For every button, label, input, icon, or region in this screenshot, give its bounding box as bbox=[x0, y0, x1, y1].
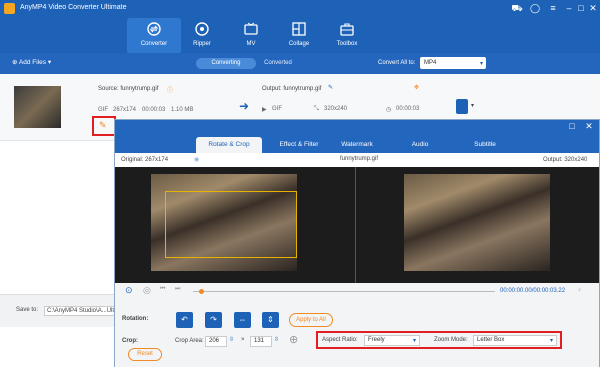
zoom-mode-select[interactable]: Letter Box ▾ bbox=[473, 335, 557, 346]
zoom-mode-value: Letter Box bbox=[477, 337, 505, 343]
close-icon[interactable]: ✕ bbox=[586, 2, 600, 14]
maximize-icon[interactable]: □ bbox=[565, 120, 579, 132]
tab-rotate-crop[interactable]: Rotate & Crop bbox=[196, 137, 262, 153]
progress-handle[interactable] bbox=[199, 289, 204, 294]
arrow-right-icon: ➜ bbox=[239, 99, 250, 113]
center-crop-icon[interactable]: ⊕ bbox=[289, 333, 298, 346]
nav-label: Collage bbox=[288, 41, 310, 47]
nav-tab-mv[interactable]: MV bbox=[226, 22, 276, 52]
prev-frame-icon[interactable]: ⏮ bbox=[160, 286, 165, 293]
zoom-mode-label: Zoom Mode: bbox=[434, 337, 468, 343]
stepper-icon[interactable]: ⇳ bbox=[274, 336, 279, 343]
app-logo bbox=[4, 3, 15, 14]
nav-label: Toolbox bbox=[336, 41, 358, 47]
save-path-field[interactable]: C:\AnyMP4 Studio\A...Ult bbox=[44, 306, 120, 316]
chevron-down-icon: ▾ bbox=[412, 338, 416, 344]
converter-icon bbox=[147, 22, 161, 36]
rotation-label: Rotation: bbox=[122, 316, 149, 322]
format-value: MP4 bbox=[424, 60, 437, 66]
stepper-icon[interactable]: ⇳ bbox=[229, 336, 234, 343]
original-size-label: Original: 267x174 bbox=[121, 157, 169, 163]
edit-icon[interactable]: ✎ bbox=[99, 120, 107, 131]
aspect-ratio-select[interactable]: Freely ▾ bbox=[364, 335, 420, 346]
output-resolution: 320x240 bbox=[324, 106, 348, 112]
user-icon[interactable]: ◯ bbox=[528, 2, 542, 14]
volume-icon[interactable]: ♪ bbox=[578, 287, 581, 293]
toolbox-icon bbox=[340, 23, 354, 36]
tab-audio[interactable]: Audio bbox=[398, 137, 442, 153]
resize-icon: ⤡ bbox=[314, 106, 319, 112]
add-files-label: Add Files bbox=[18, 59, 47, 66]
source-format: GIF bbox=[98, 107, 108, 113]
output-format: GIF bbox=[272, 106, 282, 112]
nav-tab-toolbox[interactable]: Toolbox bbox=[322, 22, 372, 52]
tab-converted[interactable]: Converted bbox=[258, 58, 298, 69]
add-files-button[interactable]: ⊕ Add Files ▾ bbox=[12, 58, 51, 66]
chevron-down-icon: ▾ bbox=[479, 61, 483, 67]
source-duration: 00:00:03 bbox=[142, 107, 166, 113]
chevron-down-icon[interactable]: ▾ bbox=[471, 102, 474, 109]
next-frame-icon[interactable]: ⏭ bbox=[175, 286, 180, 293]
crop-rectangle[interactable] bbox=[165, 191, 297, 258]
output-duration: 00:00:03 bbox=[396, 106, 420, 112]
close-icon[interactable]: ✕ bbox=[582, 120, 596, 132]
chevron-down-icon: ▾ bbox=[47, 59, 52, 66]
tv-icon bbox=[244, 22, 258, 35]
chevron-down-icon: ▾ bbox=[549, 338, 553, 344]
time-display: 00:00:00.00/00:00:03.22 bbox=[500, 288, 566, 294]
crop-height-input[interactable]: 131 bbox=[250, 336, 272, 347]
flip-vertical-button[interactable]: ⇕ bbox=[262, 312, 279, 328]
convert-all-format-select[interactable]: MP4 ▾ bbox=[420, 57, 486, 69]
source-label: Source: funnytrump.gif bbox=[98, 86, 159, 92]
tab-watermark[interactable]: Watermark bbox=[332, 137, 382, 153]
preview-divider bbox=[355, 167, 356, 283]
reset-button[interactable]: Reset bbox=[128, 348, 162, 361]
rotate-left-button[interactable]: ↶ bbox=[176, 312, 193, 328]
crop-area-label: Crop Area: bbox=[175, 338, 204, 344]
tab-effect-filter[interactable]: Effect & Filter bbox=[266, 137, 332, 153]
source-resolution: 267x174 bbox=[113, 107, 137, 113]
edit-file-name: funnytrump.gif bbox=[340, 156, 379, 162]
nav-label: Converter bbox=[140, 41, 168, 47]
plus-icon: ⊕ bbox=[12, 59, 18, 66]
output-format-button[interactable] bbox=[456, 99, 468, 114]
edit-name-icon[interactable]: ✎ bbox=[328, 84, 333, 91]
app-title: AnyMP4 Video Converter Ultimate bbox=[20, 4, 127, 11]
aspect-ratio-label: Aspect Ratio: bbox=[322, 337, 358, 343]
eye-icon[interactable]: ◉ bbox=[194, 156, 199, 163]
crop-label: Crop: bbox=[122, 338, 138, 344]
output-preview bbox=[404, 174, 550, 271]
flip-horizontal-button[interactable]: ⇔ bbox=[234, 312, 251, 328]
clock-icon: ◷ bbox=[386, 107, 392, 113]
save-to-label: Save to: bbox=[16, 307, 39, 313]
info-icon[interactable]: ⓘ bbox=[167, 85, 173, 94]
settings-icon[interactable]: ✥ bbox=[414, 84, 419, 91]
times-sign: × bbox=[241, 337, 245, 343]
rotate-right-button[interactable]: ↷ bbox=[205, 312, 222, 328]
apply-to-all-button[interactable]: Apply to All bbox=[289, 313, 333, 327]
convert-all-label: Convert All to: bbox=[378, 60, 416, 66]
crop-width-input[interactable]: 206 bbox=[205, 336, 227, 347]
collage-icon bbox=[292, 22, 306, 36]
stop-icon[interactable]: ◎ bbox=[143, 285, 151, 296]
aspect-ratio-value: Freely bbox=[368, 337, 385, 343]
video-thumbnail[interactable] bbox=[14, 86, 61, 128]
video-format-icon: ▶ bbox=[262, 107, 267, 113]
tab-converting[interactable]: Converting bbox=[196, 58, 256, 69]
nav-label: MV bbox=[246, 41, 256, 47]
cart-icon[interactable]: ⛟ bbox=[510, 2, 524, 14]
nav-tab-converter[interactable]: Converter bbox=[129, 22, 179, 52]
nav-tab-collage[interactable]: Collage bbox=[274, 22, 324, 52]
output-size-label: Output: 320x240 bbox=[543, 157, 588, 163]
menu-icon[interactable]: ≡ bbox=[546, 2, 560, 14]
sub-toolbar bbox=[0, 53, 600, 74]
source-size: 1.10 MB bbox=[171, 107, 194, 113]
progress-track[interactable] bbox=[193, 291, 495, 292]
output-label: Output: funnytrump.gif bbox=[262, 86, 322, 92]
tab-subtitle[interactable]: Subtitle bbox=[460, 137, 510, 153]
nav-tab-ripper[interactable]: Ripper bbox=[177, 22, 227, 52]
play-icon[interactable]: ⊙ bbox=[125, 285, 133, 296]
disc-icon bbox=[195, 22, 209, 36]
nav-label: Ripper bbox=[193, 41, 211, 47]
